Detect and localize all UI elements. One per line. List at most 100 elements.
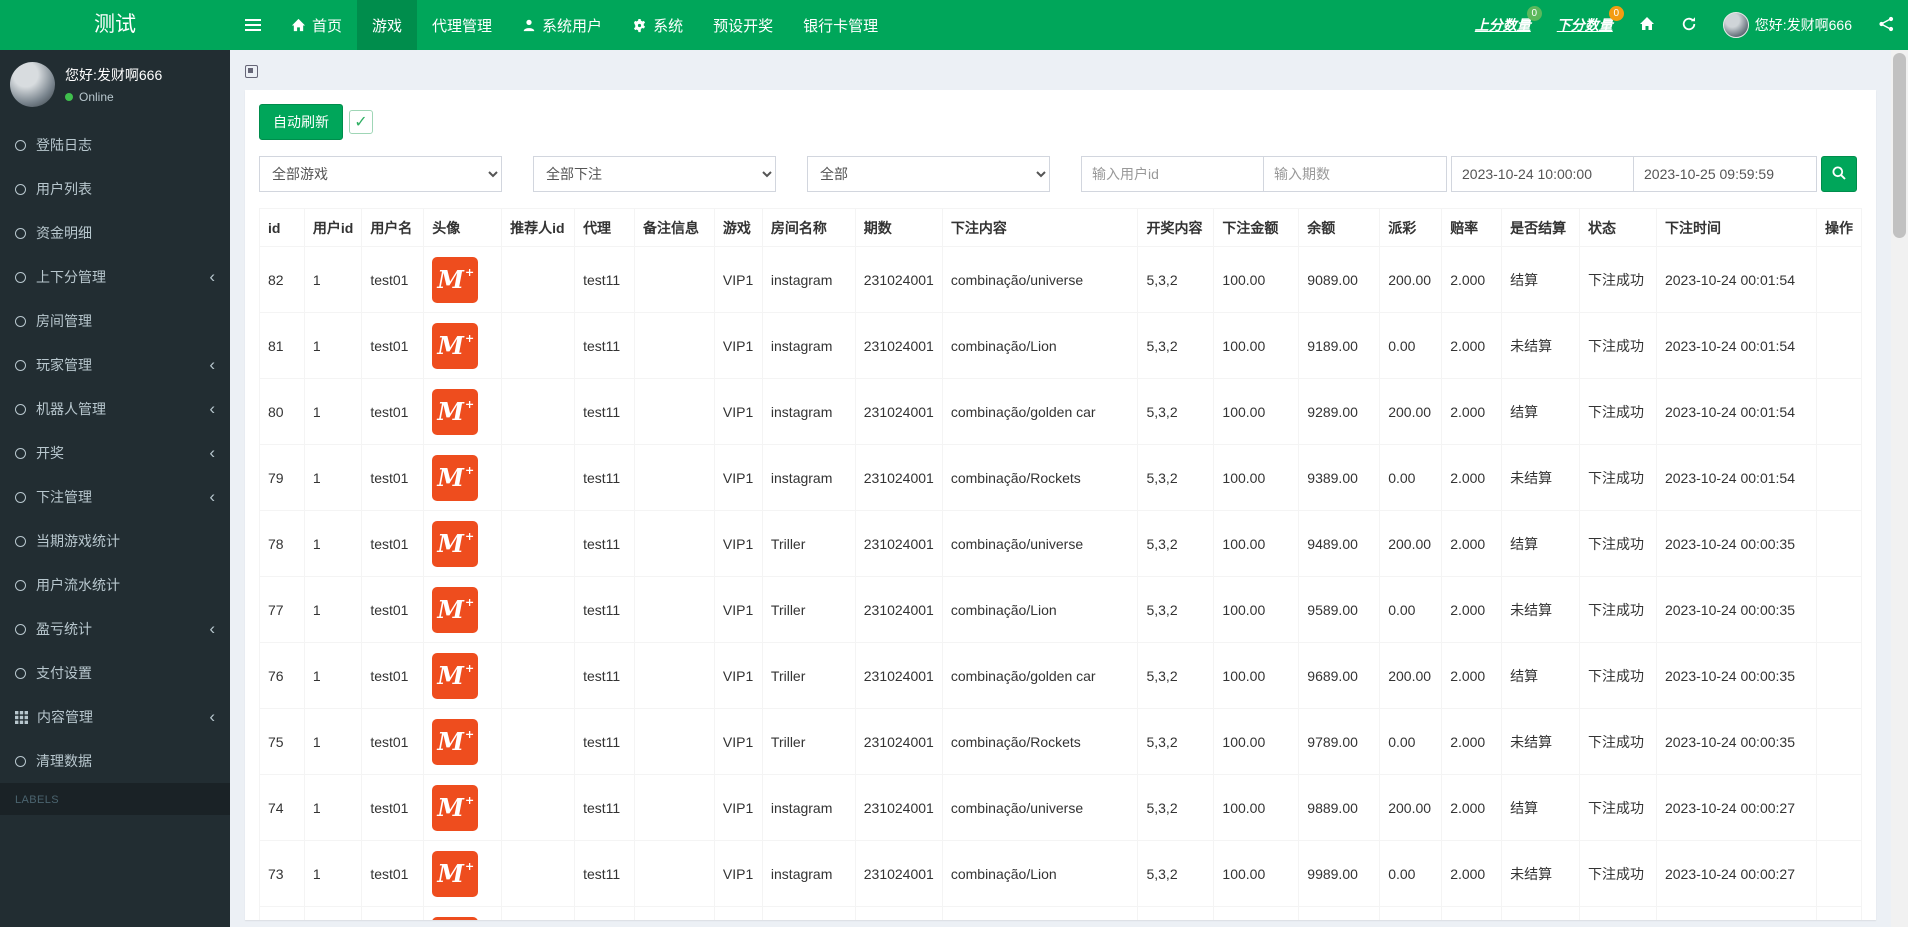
cell-status: 下注成功 (1580, 511, 1657, 577)
auto-refresh-button[interactable]: 自动刷新 (259, 104, 343, 140)
sidebar-toggle-button[interactable] (230, 0, 276, 50)
cell-result: 5,3,2 (1138, 841, 1214, 907)
user-avatar-image: M+ (432, 323, 478, 369)
app-logo[interactable]: 测试 (0, 0, 230, 50)
scrollbar-track[interactable] (1891, 50, 1908, 927)
cell-period: 231024001 (855, 313, 942, 379)
down-score-badge: 0 (1609, 6, 1624, 21)
nav-item-games[interactable]: 游戏 (357, 0, 417, 50)
cell-result: 5,3,2 (1138, 511, 1214, 577)
cell-status: 下注成功 (1580, 643, 1657, 709)
cell-balance: 9989.00 (1299, 841, 1380, 907)
sidebar-item-label: 机器人管理 (36, 399, 106, 419)
frontend-home-button[interactable] (1626, 0, 1668, 50)
refresh-button[interactable] (1668, 0, 1710, 50)
user-id-input[interactable] (1081, 156, 1264, 192)
chevron-left-icon (209, 272, 215, 282)
cell-game: VIP1 (714, 577, 762, 643)
chevron-left-icon (209, 360, 215, 370)
user-menu[interactable]: 您好:发财啊666 (1710, 0, 1865, 50)
user-avatar-image: M+ (432, 719, 478, 765)
cell-id: 77 (260, 577, 305, 643)
sidebar-item-label: 房间管理 (36, 311, 92, 331)
cell-result: 5,3,2 (1138, 247, 1214, 313)
sidebar-item-label: 清理数据 (36, 751, 92, 771)
scrollbar-thumb[interactable] (1893, 53, 1906, 238)
up-score-item[interactable]: 上分数量 0 (1462, 0, 1544, 50)
cell-bet_amount: 100.00 (1214, 577, 1299, 643)
sidebar-item-player-management[interactable]: 玩家管理 (0, 343, 230, 387)
sidebar-item-current-game-stats[interactable]: 当期游戏统计 (0, 519, 230, 563)
nav-item-label: 系统 (653, 15, 683, 36)
sidebar-item-fund-details[interactable]: 资金明细 (0, 211, 230, 255)
cell-username: test01 (362, 643, 424, 709)
sidebar-item-label: 资金明细 (36, 223, 92, 243)
sidebar-item-robot-management[interactable]: 机器人管理 (0, 387, 230, 431)
cell-referrer_id (502, 577, 575, 643)
section-collapse-icon[interactable] (245, 65, 258, 78)
cell-settled: 结算 (1502, 775, 1580, 841)
sidebar-item-label: 开奖 (36, 443, 64, 463)
sidebar-item-score-management[interactable]: 上下分管理 (0, 255, 230, 299)
date-to-input[interactable] (1634, 156, 1817, 192)
cell-status: 下注成功 (1580, 775, 1657, 841)
cell-referrer_id (502, 313, 575, 379)
down-score-item[interactable]: 下分数量 0 (1544, 0, 1626, 50)
cell-avatar: M+ (424, 709, 502, 775)
cell-bet_content: combinação/universe (942, 247, 1138, 313)
nav-item-system-users[interactable]: 系统用户 (507, 0, 617, 50)
control-sidebar-button[interactable] (1865, 0, 1908, 50)
game-filter-select[interactable]: 全部游戏 (259, 156, 502, 192)
status-filter-select[interactable]: 全部 (807, 156, 1050, 192)
auto-refresh-checkbox[interactable] (349, 110, 373, 134)
cell-bet_content: combinação/universe (942, 775, 1138, 841)
cell-settled: 结算 (1502, 379, 1580, 445)
nav-item-bank-cards[interactable]: 银行卡管理 (788, 0, 893, 50)
cell-payout: 200.00 (1380, 379, 1442, 445)
cell-result: 5,3,2 (1138, 775, 1214, 841)
cell-status: 下注成功 (1580, 577, 1657, 643)
cell-user_id: 1 (304, 709, 361, 775)
cell-settled: 结算 (1502, 643, 1580, 709)
nav-item-system[interactable]: 系统 (617, 0, 698, 50)
circle-icon (15, 404, 26, 415)
cell-username: test01 (362, 445, 424, 511)
date-from-input[interactable] (1451, 156, 1634, 192)
sidebar-item-profit-loss-stats[interactable]: 盈亏统计 (0, 607, 230, 651)
period-input[interactable] (1264, 156, 1447, 192)
sidebar-item-label: 玩家管理 (36, 355, 92, 375)
nav-item-label: 代理管理 (432, 15, 492, 36)
cell-user_id: 1 (304, 841, 361, 907)
cell-status: 下注成功 (1580, 841, 1657, 907)
sidebar-item-bet-management[interactable]: 下注管理 (0, 475, 230, 519)
cell-id: 80 (260, 379, 305, 445)
nav-item-home[interactable]: 首页 (276, 0, 357, 50)
cell-agent: test11 (575, 511, 635, 577)
cell-user_id: 1 (304, 775, 361, 841)
avatar-logo: M (437, 265, 464, 294)
sidebar-item-user-flow-stats[interactable]: 用户流水统计 (0, 563, 230, 607)
cell-id: 75 (260, 709, 305, 775)
cell-status: 下注成功 (1580, 445, 1657, 511)
sidebar-item-user-list[interactable]: 用户列表 (0, 167, 230, 211)
sidebar-item-content-management[interactable]: 内容管理 (0, 695, 230, 739)
sidebar-item-payment-settings[interactable]: 支付设置 (0, 651, 230, 695)
nav-item-agents[interactable]: 代理管理 (417, 0, 507, 50)
search-button[interactable] (1821, 156, 1857, 192)
sidebar-item-draw[interactable]: 开奖 (0, 431, 230, 475)
sidebar-item-login-logs[interactable]: 登陆日志 (0, 123, 230, 167)
cell-username: test01 (362, 313, 424, 379)
sidebar-user-status[interactable]: Online (65, 90, 162, 104)
bet-filter-select[interactable]: 全部下注 (533, 156, 776, 192)
sidebar-item-clear-data[interactable]: 清理数据 (0, 739, 230, 783)
sidebar-item-room-management[interactable]: 房间管理 (0, 299, 230, 343)
cell-id: 76 (260, 643, 305, 709)
nav-item-preset-draw[interactable]: 预设开奖 (698, 0, 788, 50)
avatar-logo: M (437, 529, 464, 558)
cell-referrer_id (502, 775, 575, 841)
cell-balance: 9789.00 (1299, 709, 1380, 775)
user-avatar-image: M+ (432, 851, 478, 897)
cell-avatar: M+ (424, 313, 502, 379)
table-row: 811test01M+test11VIP1instagram231024001c… (260, 313, 1862, 379)
sidebar-item-label: 用户流水统计 (36, 575, 120, 595)
